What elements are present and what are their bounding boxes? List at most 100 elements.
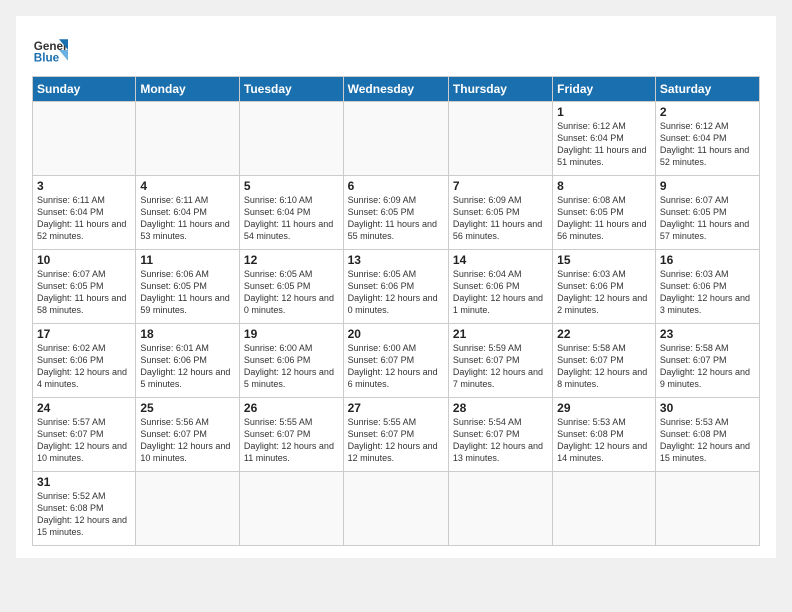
day-number: 8 — [557, 179, 651, 193]
day-header-tuesday: Tuesday — [239, 77, 343, 102]
day-info: Sunrise: 5:55 AM Sunset: 6:07 PM Dayligh… — [348, 416, 444, 465]
day-info: Sunrise: 5:55 AM Sunset: 6:07 PM Dayligh… — [244, 416, 339, 465]
day-cell: 17Sunrise: 6:02 AM Sunset: 6:06 PM Dayli… — [33, 324, 136, 398]
day-info: Sunrise: 5:58 AM Sunset: 6:07 PM Dayligh… — [557, 342, 651, 391]
logo-icon: General Blue — [32, 32, 68, 68]
day-number: 26 — [244, 401, 339, 415]
day-cell: 25Sunrise: 5:56 AM Sunset: 6:07 PM Dayli… — [136, 398, 240, 472]
day-info: Sunrise: 5:57 AM Sunset: 6:07 PM Dayligh… — [37, 416, 131, 465]
day-cell: 30Sunrise: 5:53 AM Sunset: 6:08 PM Dayli… — [655, 398, 759, 472]
week-row-4: 17Sunrise: 6:02 AM Sunset: 6:06 PM Dayli… — [33, 324, 760, 398]
day-cell: 3Sunrise: 6:11 AM Sunset: 6:04 PM Daylig… — [33, 176, 136, 250]
day-cell: 7Sunrise: 6:09 AM Sunset: 6:05 PM Daylig… — [448, 176, 552, 250]
day-cell: 15Sunrise: 6:03 AM Sunset: 6:06 PM Dayli… — [553, 250, 656, 324]
day-number: 31 — [37, 475, 131, 489]
day-number: 28 — [453, 401, 548, 415]
day-cell — [448, 102, 552, 176]
day-info: Sunrise: 6:02 AM Sunset: 6:06 PM Dayligh… — [37, 342, 131, 391]
calendar-table: SundayMondayTuesdayWednesdayThursdayFrid… — [32, 76, 760, 546]
svg-text:Blue: Blue — [34, 52, 60, 65]
day-header-wednesday: Wednesday — [343, 77, 448, 102]
day-number: 14 — [453, 253, 548, 267]
day-number: 16 — [660, 253, 755, 267]
day-cell — [448, 472, 552, 546]
day-info: Sunrise: 6:12 AM Sunset: 6:04 PM Dayligh… — [660, 120, 755, 169]
day-number: 18 — [140, 327, 235, 341]
day-cell: 23Sunrise: 5:58 AM Sunset: 6:07 PM Dayli… — [655, 324, 759, 398]
day-info: Sunrise: 6:04 AM Sunset: 6:06 PM Dayligh… — [453, 268, 548, 317]
day-cell: 22Sunrise: 5:58 AM Sunset: 6:07 PM Dayli… — [553, 324, 656, 398]
day-cell: 6Sunrise: 6:09 AM Sunset: 6:05 PM Daylig… — [343, 176, 448, 250]
day-cell: 18Sunrise: 6:01 AM Sunset: 6:06 PM Dayli… — [136, 324, 240, 398]
day-cell: 31Sunrise: 5:52 AM Sunset: 6:08 PM Dayli… — [33, 472, 136, 546]
day-info: Sunrise: 6:11 AM Sunset: 6:04 PM Dayligh… — [37, 194, 131, 243]
week-row-6: 31Sunrise: 5:52 AM Sunset: 6:08 PM Dayli… — [33, 472, 760, 546]
day-number: 17 — [37, 327, 131, 341]
day-info: Sunrise: 6:03 AM Sunset: 6:06 PM Dayligh… — [660, 268, 755, 317]
day-number: 24 — [37, 401, 131, 415]
header: General Blue — [32, 32, 760, 68]
day-info: Sunrise: 5:58 AM Sunset: 6:07 PM Dayligh… — [660, 342, 755, 391]
day-header-sunday: Sunday — [33, 77, 136, 102]
day-info: Sunrise: 5:59 AM Sunset: 6:07 PM Dayligh… — [453, 342, 548, 391]
week-row-5: 24Sunrise: 5:57 AM Sunset: 6:07 PM Dayli… — [33, 398, 760, 472]
day-number: 9 — [660, 179, 755, 193]
day-info: Sunrise: 5:52 AM Sunset: 6:08 PM Dayligh… — [37, 490, 131, 539]
week-row-1: 1Sunrise: 6:12 AM Sunset: 6:04 PM Daylig… — [33, 102, 760, 176]
day-cell: 26Sunrise: 5:55 AM Sunset: 6:07 PM Dayli… — [239, 398, 343, 472]
day-cell — [33, 102, 136, 176]
logo: General Blue — [32, 32, 68, 68]
day-info: Sunrise: 5:53 AM Sunset: 6:08 PM Dayligh… — [660, 416, 755, 465]
day-number: 30 — [660, 401, 755, 415]
day-header-thursday: Thursday — [448, 77, 552, 102]
day-number: 10 — [37, 253, 131, 267]
day-info: Sunrise: 6:00 AM Sunset: 6:06 PM Dayligh… — [244, 342, 339, 391]
day-cell: 14Sunrise: 6:04 AM Sunset: 6:06 PM Dayli… — [448, 250, 552, 324]
day-cell — [239, 472, 343, 546]
day-number: 3 — [37, 179, 131, 193]
day-cell — [136, 102, 240, 176]
day-header-friday: Friday — [553, 77, 656, 102]
day-number: 22 — [557, 327, 651, 341]
day-cell — [343, 102, 448, 176]
day-info: Sunrise: 6:05 AM Sunset: 6:06 PM Dayligh… — [348, 268, 444, 317]
day-info: Sunrise: 6:12 AM Sunset: 6:04 PM Dayligh… — [557, 120, 651, 169]
day-cell: 20Sunrise: 6:00 AM Sunset: 6:07 PM Dayli… — [343, 324, 448, 398]
day-info: Sunrise: 6:08 AM Sunset: 6:05 PM Dayligh… — [557, 194, 651, 243]
day-cell: 24Sunrise: 5:57 AM Sunset: 6:07 PM Dayli… — [33, 398, 136, 472]
day-number: 27 — [348, 401, 444, 415]
day-cell — [239, 102, 343, 176]
day-number: 6 — [348, 179, 444, 193]
day-cell: 2Sunrise: 6:12 AM Sunset: 6:04 PM Daylig… — [655, 102, 759, 176]
day-info: Sunrise: 5:56 AM Sunset: 6:07 PM Dayligh… — [140, 416, 235, 465]
day-cell: 1Sunrise: 6:12 AM Sunset: 6:04 PM Daylig… — [553, 102, 656, 176]
day-cell — [655, 472, 759, 546]
day-number: 2 — [660, 105, 755, 119]
day-cell: 9Sunrise: 6:07 AM Sunset: 6:05 PM Daylig… — [655, 176, 759, 250]
day-number: 1 — [557, 105, 651, 119]
day-info: Sunrise: 6:07 AM Sunset: 6:05 PM Dayligh… — [37, 268, 131, 317]
day-number: 29 — [557, 401, 651, 415]
day-cell: 21Sunrise: 5:59 AM Sunset: 6:07 PM Dayli… — [448, 324, 552, 398]
day-cell — [553, 472, 656, 546]
day-cell: 29Sunrise: 5:53 AM Sunset: 6:08 PM Dayli… — [553, 398, 656, 472]
day-info: Sunrise: 6:03 AM Sunset: 6:06 PM Dayligh… — [557, 268, 651, 317]
week-row-3: 10Sunrise: 6:07 AM Sunset: 6:05 PM Dayli… — [33, 250, 760, 324]
day-number: 12 — [244, 253, 339, 267]
day-info: Sunrise: 6:01 AM Sunset: 6:06 PM Dayligh… — [140, 342, 235, 391]
day-info: Sunrise: 6:06 AM Sunset: 6:05 PM Dayligh… — [140, 268, 235, 317]
day-cell: 12Sunrise: 6:05 AM Sunset: 6:05 PM Dayli… — [239, 250, 343, 324]
day-cell: 19Sunrise: 6:00 AM Sunset: 6:06 PM Dayli… — [239, 324, 343, 398]
day-cell: 11Sunrise: 6:06 AM Sunset: 6:05 PM Dayli… — [136, 250, 240, 324]
day-number: 21 — [453, 327, 548, 341]
day-info: Sunrise: 6:09 AM Sunset: 6:05 PM Dayligh… — [453, 194, 548, 243]
day-info: Sunrise: 6:10 AM Sunset: 6:04 PM Dayligh… — [244, 194, 339, 243]
day-cell — [136, 472, 240, 546]
day-cell: 4Sunrise: 6:11 AM Sunset: 6:04 PM Daylig… — [136, 176, 240, 250]
day-info: Sunrise: 6:09 AM Sunset: 6:05 PM Dayligh… — [348, 194, 444, 243]
day-number: 13 — [348, 253, 444, 267]
days-header-row: SundayMondayTuesdayWednesdayThursdayFrid… — [33, 77, 760, 102]
week-row-2: 3Sunrise: 6:11 AM Sunset: 6:04 PM Daylig… — [33, 176, 760, 250]
day-cell: 10Sunrise: 6:07 AM Sunset: 6:05 PM Dayli… — [33, 250, 136, 324]
day-info: Sunrise: 5:53 AM Sunset: 6:08 PM Dayligh… — [557, 416, 651, 465]
